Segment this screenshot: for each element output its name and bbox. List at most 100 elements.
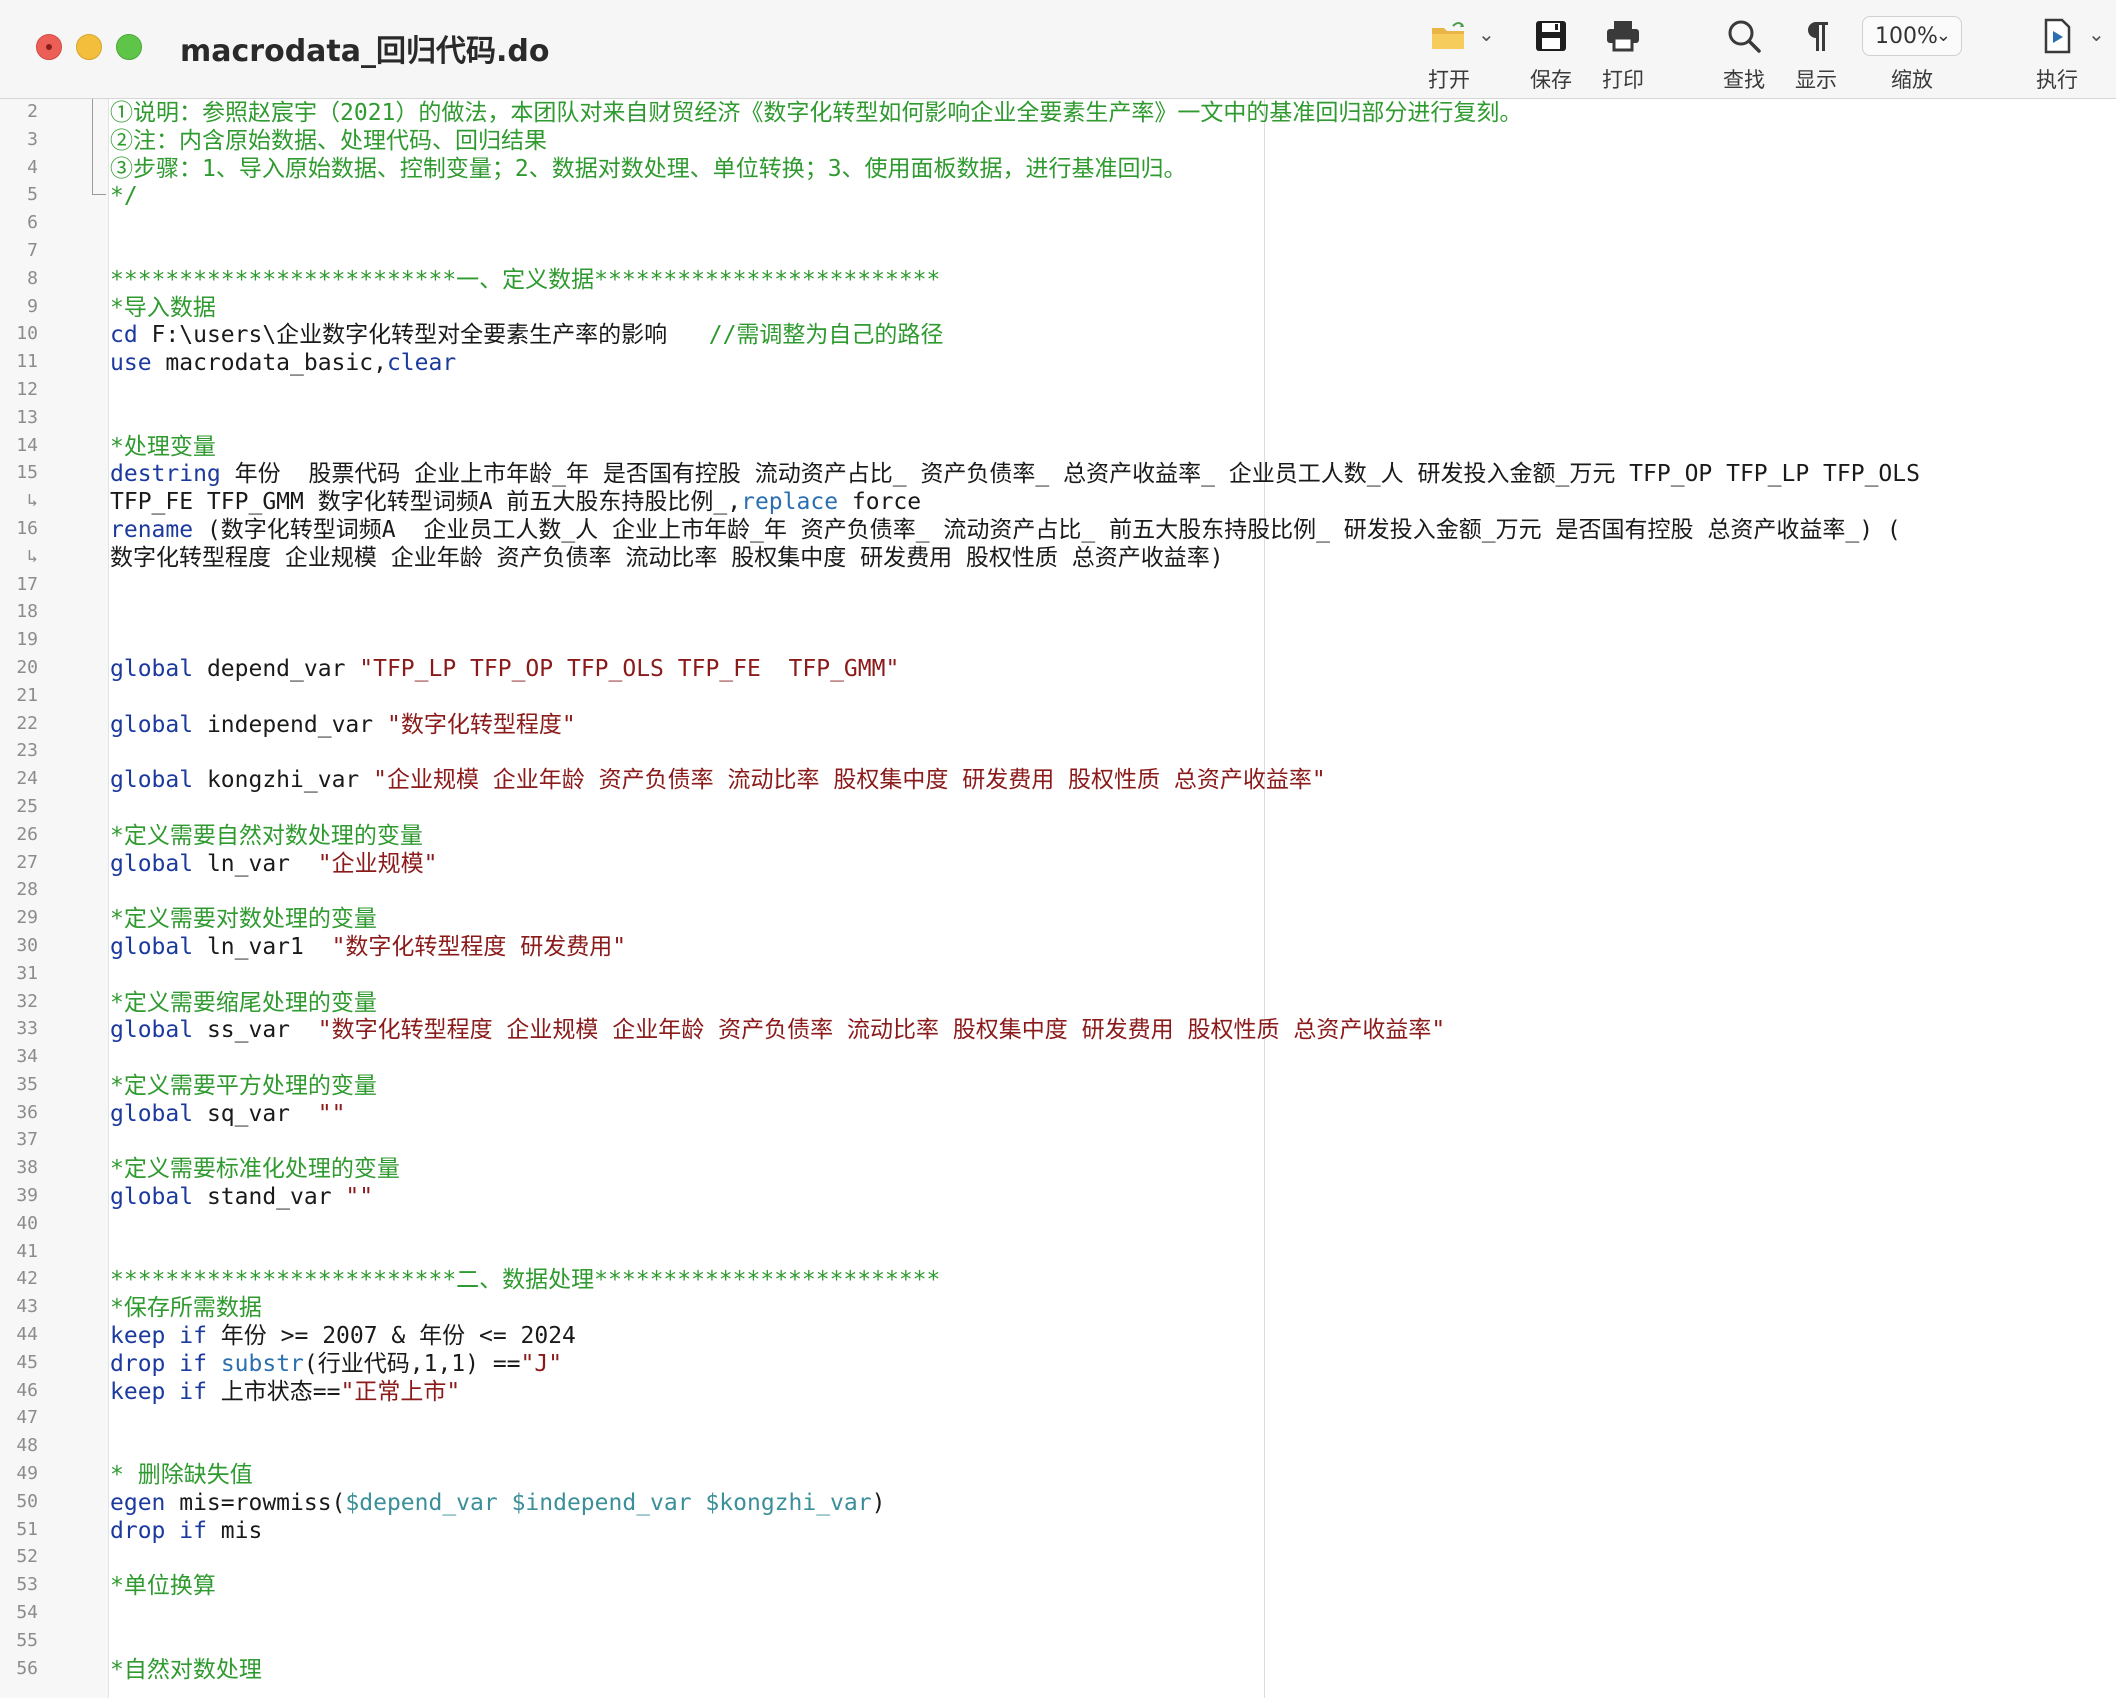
code-line[interactable]: 28 xyxy=(0,877,2116,905)
code-line[interactable]: 56 *自然对数处理 xyxy=(0,1656,2116,1684)
code-line[interactable]: 50 egen mis=rowmiss($depend_var $independ… xyxy=(0,1489,2116,1517)
line-number: 6 xyxy=(27,212,38,234)
find-label: 查找 xyxy=(1723,68,1765,92)
code-line[interactable]: 13 xyxy=(0,405,2116,433)
code-line[interactable]: 42 *************************二、数据处理*******… xyxy=(0,1266,2116,1294)
code-text: ③步骤：1、导入原始数据、控制变量；2、数据对数处理、单位转换；3、使用面板数据… xyxy=(110,155,1187,183)
line-number: 38 xyxy=(16,1157,38,1179)
code-line[interactable]: 32 *定义需要缩尾处理的变量 xyxy=(0,989,2116,1017)
code-line[interactable]: 15 destring 年份 股票代码 企业上市年龄_年 是否国有控股 流动资产占… xyxy=(0,460,2116,488)
code-line[interactable]: 53 *单位换算 xyxy=(0,1572,2116,1600)
code-line[interactable]: 43 *保存所需数据 xyxy=(0,1294,2116,1322)
print-label: 打印 xyxy=(1602,68,1644,92)
code-line[interactable]: 55 xyxy=(0,1628,2116,1656)
code-token: ③步骤：1、导入原始数据、控制变量；2、数据对数处理、单位转换；3、使用面板数据… xyxy=(110,155,1187,182)
code-token: "正常上市" xyxy=(340,1378,461,1405)
code-line[interactable]: 21 xyxy=(0,683,2116,711)
line-number: 17 xyxy=(16,573,38,595)
code-line[interactable]: 17 xyxy=(0,572,2116,600)
code-line[interactable]: 6 xyxy=(0,210,2116,238)
code-line[interactable]: ↳ 数字化转型程度 企业规模 企业年龄 资产负债率 流动比率 股权集中度 研发费用… xyxy=(0,544,2116,572)
run-menu-chevron-icon[interactable]: ⌄ xyxy=(2088,22,2105,46)
line-number: 15 xyxy=(16,462,38,484)
code-line[interactable]: 33 global ss_var "数字化转型程度 企业规模 企业年龄 资产负债率… xyxy=(0,1016,2116,1044)
code-token: *处理变量 xyxy=(110,433,216,460)
code-token: * 删除缺失值 xyxy=(110,1462,253,1489)
code-line[interactable]: 7 xyxy=(0,238,2116,266)
code-line[interactable]: 24 global kongzhi_var "企业规模 企业年龄 资产负债率 流动… xyxy=(0,766,2116,794)
line-number: 27 xyxy=(16,851,38,873)
code-line[interactable]: 36 global sq_var "" xyxy=(0,1100,2116,1128)
zoom-select[interactable]: 100% ⌄ xyxy=(1862,16,1962,56)
code-line[interactable]: 18 xyxy=(0,599,2116,627)
code-line[interactable]: 25 xyxy=(0,794,2116,822)
code-line[interactable]: 47 xyxy=(0,1405,2116,1433)
zoom-label: 缩放 xyxy=(1891,68,1933,92)
code-line[interactable]: 9 *导入数据 xyxy=(0,294,2116,322)
code-line[interactable]: 39 global stand_var "" xyxy=(0,1183,2116,1211)
code-line[interactable]: 35 *定义需要平方处理的变量 xyxy=(0,1072,2116,1100)
code-text: keep if 上市状态=="正常上市" xyxy=(110,1378,460,1406)
code-line[interactable]: 48 xyxy=(0,1433,2116,1461)
code-token: *定义需要平方处理的变量 xyxy=(110,1072,377,1099)
code-token: force xyxy=(838,489,922,516)
code-line[interactable]: 31 xyxy=(0,961,2116,989)
code-line[interactable]: 4 ③步骤：1、导入原始数据、控制变量；2、数据对数处理、单位转换；3、使用面板数… xyxy=(0,155,2116,183)
print-button[interactable]: 打印 xyxy=(1578,10,1668,94)
code-text: * 删除缺失值 xyxy=(110,1461,253,1489)
code-line[interactable]: 40 xyxy=(0,1211,2116,1239)
code-line[interactable]: 12 xyxy=(0,377,2116,405)
code-line[interactable]: 34 xyxy=(0,1044,2116,1072)
code-line[interactable]: 3 ②注：内含原始数据、处理代码、回归结果 xyxy=(0,127,2116,155)
chevron-down-icon: ⌄ xyxy=(1935,25,1951,46)
code-line[interactable]: ↳ TFP_FE TFP_GMM 数字化转型词频A 前五大股东持股比例_,repl… xyxy=(0,488,2116,516)
code-line[interactable]: 16 rename (数字化转型词频A 企业员工人数_人 企业上市年龄_年 资产负… xyxy=(0,516,2116,544)
code-line[interactable]: 30 global ln_var1 "数字化转型程度 研发费用" xyxy=(0,933,2116,961)
close-window-button[interactable] xyxy=(36,34,62,60)
code-token: drop xyxy=(110,1517,166,1544)
code-line[interactable]: 8 *************************一、定义数据********… xyxy=(0,266,2116,294)
line-number: 10 xyxy=(16,323,38,345)
code-line[interactable]: 37 xyxy=(0,1127,2116,1155)
code-token: ) xyxy=(871,1489,886,1516)
code-line[interactable]: 49 * 删除缺失值 xyxy=(0,1461,2116,1489)
code-line[interactable]: 27 global ln_var "企业规模" xyxy=(0,850,2116,878)
code-line[interactable]: 5 */ xyxy=(0,182,2116,210)
code-line[interactable]: 14 *处理变量 xyxy=(0,433,2116,461)
code-line[interactable]: 22 global independ_var "数字化转型程度" xyxy=(0,711,2116,739)
code-lines: 2 ①说明：参照赵宸宇（2021）的做法，本团队对来自财贸经济《数字化转型如何影响… xyxy=(0,99,2116,1683)
code-line[interactable]: 2 ①说明：参照赵宸宇（2021）的做法，本团队对来自财贸经济《数字化转型如何影响… xyxy=(0,99,2116,127)
code-line[interactable]: 41 xyxy=(0,1239,2116,1267)
code-line[interactable]: 45 drop if substr(行业代码,1,1) =="J" xyxy=(0,1350,2116,1378)
code-line[interactable]: 51 drop if mis xyxy=(0,1517,2116,1545)
code-line[interactable]: 20 global depend_var "TFP_LP TFP_OP TFP_O… xyxy=(0,655,2116,683)
code-line[interactable]: 44 keep if 年份 >= 2007 & 年份 <= 2024 xyxy=(0,1322,2116,1350)
code-line[interactable]: 52 xyxy=(0,1544,2116,1572)
zoom-window-button[interactable] xyxy=(116,34,142,60)
code-editor[interactable]: 2 ①说明：参照赵宸宇（2021）的做法，本团队对来自财贸经济《数字化转型如何影响… xyxy=(0,99,2116,1698)
code-line[interactable]: 38 *定义需要标准化处理的变量 xyxy=(0,1155,2116,1183)
line-number: 56 xyxy=(16,1657,38,1679)
code-token: *定义需要对数处理的变量 xyxy=(110,906,377,933)
minimize-window-button[interactable] xyxy=(76,34,102,60)
line-number: 35 xyxy=(16,1073,38,1095)
code-line[interactable]: 29 *定义需要对数处理的变量 xyxy=(0,905,2116,933)
line-number: 14 xyxy=(16,434,38,456)
code-line[interactable]: 46 keep if 上市状态=="正常上市" xyxy=(0,1378,2116,1406)
code-line[interactable]: 10 cd F:\users\企业数字化转型对全要素生产率的影响 //需调整为自己… xyxy=(0,321,2116,349)
show-button[interactable]: 显示 xyxy=(1771,10,1861,94)
code-line[interactable]: 23 xyxy=(0,738,2116,766)
zoom-value: 100% xyxy=(1875,24,1938,49)
open-menu-chevron-icon[interactable]: ⌄ xyxy=(1478,22,1495,46)
code-line[interactable]: 19 xyxy=(0,627,2116,655)
code-text: drop if mis xyxy=(110,1517,262,1545)
window-title: macrodata_回归代码.do xyxy=(180,34,550,69)
code-line[interactable]: 26 *定义需要自然对数处理的变量 xyxy=(0,822,2116,850)
code-line[interactable]: 54 xyxy=(0,1600,2116,1628)
line-number: 49 xyxy=(16,1463,38,1485)
code-token: depend_var xyxy=(193,655,360,682)
line-number: 8 xyxy=(27,267,38,289)
code-line[interactable]: 11 use macrodata_basic,clear xyxy=(0,349,2116,377)
